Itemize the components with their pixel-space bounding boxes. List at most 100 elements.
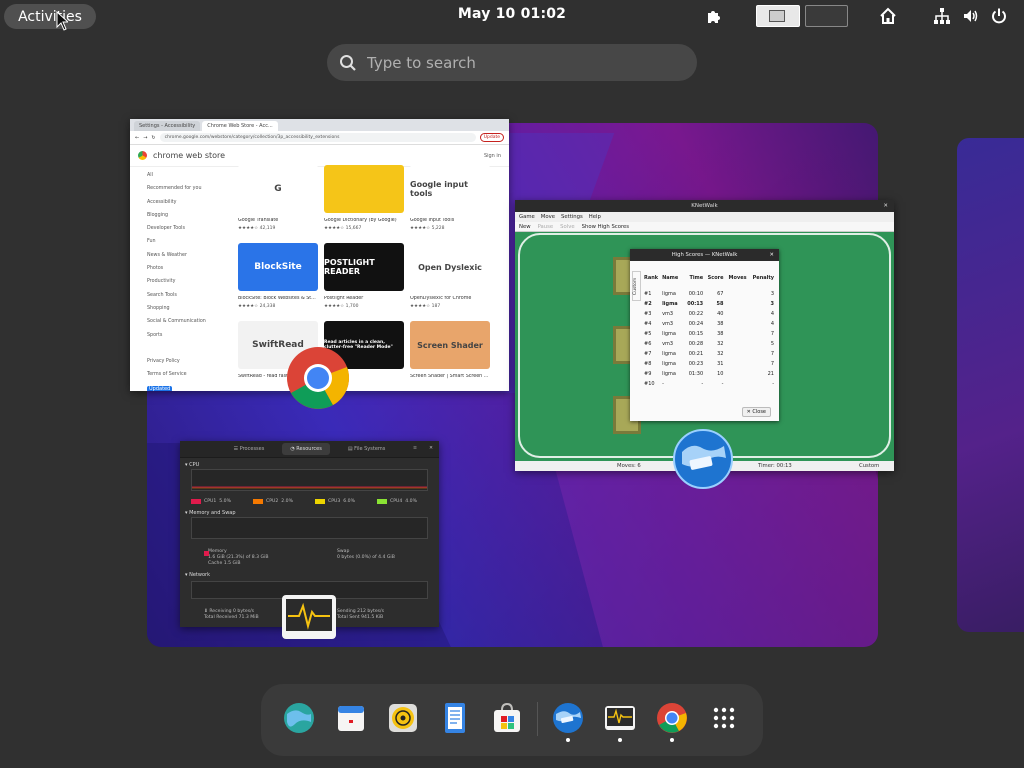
table-header: Moves	[728, 275, 747, 281]
home-icon[interactable]	[879, 7, 897, 25]
table-cell: 32	[717, 341, 724, 347]
knetwalk-title: KNetWalk	[691, 203, 718, 209]
table-cell: 00:24	[688, 321, 704, 327]
swap-detail: 0 bytes (0.0%) of 4.4 GiB	[337, 555, 395, 560]
extension-name: Postlight Reader	[324, 296, 364, 301]
memory-swatch	[204, 551, 209, 556]
total-received: Total Received 71.3 MiB	[204, 615, 259, 620]
running-indicator	[670, 738, 674, 742]
table-cell	[723, 359, 746, 369]
chrome-address-bar: chrome.google.com/webstore/category/coll…	[159, 133, 476, 142]
table-cell: 38	[717, 321, 724, 327]
extension-rating: ★★★★☆ 24,338	[238, 304, 276, 309]
workspace-indicator-2[interactable]	[805, 5, 848, 27]
table-cell	[723, 329, 746, 339]
cpu-graph	[191, 469, 428, 491]
table-cell: #3	[644, 311, 652, 317]
toolbar-new: New	[519, 224, 531, 230]
running-indicator	[618, 738, 622, 742]
swap-label: Swap	[337, 549, 350, 554]
extension-rating: ★★★★☆ 1,700	[324, 304, 359, 309]
app-grid-icon[interactable]	[708, 702, 740, 734]
text-editor-icon[interactable]	[439, 702, 471, 734]
memory-section-label: ▾ Memory and Swap	[185, 510, 236, 516]
chrome-icon[interactable]	[656, 702, 688, 734]
store-sidebar-item: All	[147, 173, 153, 178]
table-header: Penalty	[752, 275, 774, 281]
table-row: #1 ligma 00:10 67 3	[644, 289, 774, 299]
extension-thumbnail: POSTLIGHT READER	[324, 243, 404, 291]
store-extension-card: POSTLIGHT READER Postlight Reader ★★★★☆ 1,…	[324, 243, 404, 309]
table-cell: 3	[770, 301, 774, 307]
table-cell: 32	[717, 351, 724, 357]
search-icon	[340, 54, 356, 71]
table-header: Score	[707, 275, 724, 281]
system-monitor-icon[interactable]	[604, 702, 636, 734]
extension-rating: ★★★★☆ 187	[410, 304, 441, 309]
sending-label: Sending 212 bytes/s	[337, 609, 384, 614]
table-cell: 38	[717, 331, 724, 337]
store-sidebar-item: Shopping	[147, 305, 170, 311]
table-cell: 00:22	[688, 311, 704, 317]
chrome-tab-active: Chrome Web Store - Acc...	[202, 121, 278, 131]
table-cell: -	[772, 381, 774, 387]
extension-name: Google Dictionary (by Google)	[324, 218, 397, 223]
table-cell: 4	[770, 321, 774, 327]
table-cell	[723, 299, 746, 309]
updated-badge: Updated	[147, 385, 173, 391]
extension-thumbnail	[324, 165, 404, 213]
software-store-icon[interactable]	[491, 702, 523, 734]
sending-legend: Sending 212 bytes/s Total Sent 941.5 KiB	[337, 609, 384, 620]
workspace-indicator-1[interactable]	[756, 5, 800, 27]
store-sidebar-item: Blogging	[147, 212, 169, 218]
extension-rating: ★★★★☆ 5,228	[410, 226, 445, 231]
cpu-legend-item: CPU4 4.0%	[377, 499, 417, 504]
table-cell: 4	[770, 311, 774, 317]
network-section-label: ▾ Network	[185, 572, 210, 578]
extension-thumbnail: G	[238, 165, 318, 213]
browser-globe-icon[interactable]	[283, 702, 315, 734]
menu-item: Game	[519, 214, 535, 220]
table-cell: #8	[644, 361, 652, 367]
cpu-name: CPU3	[328, 499, 341, 504]
knetwalk-app-icon	[673, 429, 733, 489]
chrome-store-logo-icon	[138, 151, 147, 160]
table-cell: 7	[770, 331, 774, 337]
calendar-icon[interactable]	[335, 702, 367, 734]
music-player-icon[interactable]	[387, 702, 419, 734]
toolbar-pause: Pause	[537, 224, 554, 230]
chrome-update-button: Update	[479, 133, 504, 142]
network-wired-icon[interactable]	[933, 7, 951, 25]
tab-file-systems: ▤ File Systems	[347, 446, 386, 452]
search-input[interactable]	[367, 53, 667, 72]
table-cell: -	[701, 381, 704, 387]
cache-detail: Cache 1.5 GiB	[208, 561, 241, 566]
power-icon[interactable]	[990, 7, 1008, 25]
store-extension-card: BlockSite BlockSite: Block Websites & St.…	[238, 243, 318, 309]
cpu-value: 5.0%	[219, 499, 231, 504]
table-cell: 31	[717, 361, 724, 367]
puzzle-icon[interactable]	[705, 7, 723, 25]
toolbar-solve: Solve	[560, 224, 575, 230]
clock[interactable]: May 10 01:02	[0, 6, 1024, 22]
cpu-name: CPU2	[266, 499, 279, 504]
search-bar[interactable]	[327, 44, 697, 81]
knetwalk-icon[interactable]	[552, 702, 584, 734]
store-sidebar-item: Terms of Service	[147, 372, 187, 378]
store-sidebar-item: Search Tools	[147, 292, 177, 298]
table-row: #2 ligma 00:13 58 3	[644, 299, 774, 309]
table-cell: 10	[717, 371, 724, 377]
memory-label: Memory	[208, 549, 227, 554]
table-cell: -	[721, 381, 724, 387]
menu-icon: ≡	[412, 446, 417, 451]
workspace-next[interactable]	[957, 138, 1024, 632]
close-icon: ✕	[428, 446, 433, 451]
back-icon: ←	[135, 134, 140, 141]
volume-icon[interactable]	[962, 7, 980, 25]
extension-name: OpenDyslexic for Chrome	[410, 296, 472, 301]
table-cell: #9	[644, 371, 652, 377]
table-cell: #10	[644, 381, 655, 387]
store-sidebar-item: Sports	[147, 332, 163, 338]
cpu-legend-item: CPU3 6.0%	[315, 499, 355, 504]
store-sidebar-item: Developer Tools	[147, 226, 186, 232]
